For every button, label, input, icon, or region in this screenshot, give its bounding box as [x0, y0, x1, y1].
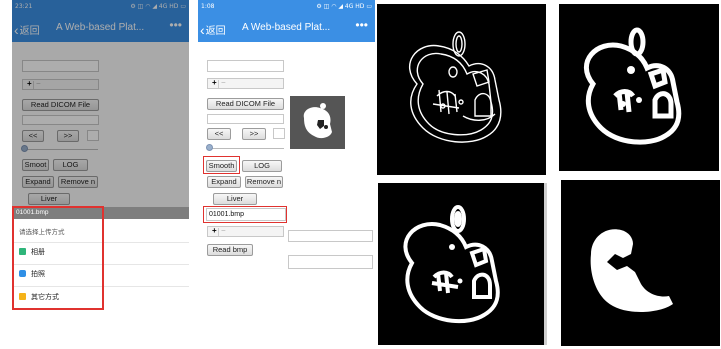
number-stepper[interactable]: + − — [207, 78, 284, 89]
back-label: 返回 — [205, 26, 226, 37]
minus-icon[interactable]: − — [221, 78, 226, 87]
status-icons: ⚙ ◫ ◠ ◢ 4G HD ▭ — [316, 3, 372, 10]
app-content: + − Read DICOM File << >> Smooth LOG Expa… — [198, 42, 375, 312]
plus-icon[interactable]: + — [212, 226, 217, 235]
expand-button[interactable]: Expand — [207, 176, 241, 188]
navigation-bar: ‹返回 A Web-based Plat... ••• — [198, 13, 375, 42]
page-title: A Web-based Plat... — [242, 22, 331, 33]
filled-contour-image — [403, 205, 500, 324]
status-bar: 1:08 ⚙ ◫ ◠ ◢ 4G HD ▭ — [198, 0, 375, 13]
read-bmp-button[interactable]: Read bmp — [207, 244, 253, 256]
bmp-output-field-1[interactable] — [288, 230, 373, 242]
remove-noise-button[interactable]: Remove n — [245, 176, 283, 188]
plus-icon[interactable]: + — [212, 78, 217, 87]
slice-index-field[interactable] — [273, 128, 285, 139]
back-button[interactable]: ‹返回 — [200, 21, 226, 38]
dicom-file-field[interactable] — [207, 114, 284, 124]
number-stepper-2[interactable]: + − — [207, 226, 284, 237]
highlight-box-file — [203, 206, 287, 223]
log-button[interactable]: LOG — [242, 160, 282, 172]
slice-preview-image — [290, 96, 345, 149]
liver-segment-image — [590, 229, 673, 312]
bmp-output-field-2[interactable] — [288, 255, 373, 269]
read-dicom-button[interactable]: Read DICOM File — [207, 98, 284, 110]
thick-contour-panel — [559, 4, 719, 171]
slice-slider-track[interactable] — [211, 148, 284, 149]
thick-contour-image — [584, 27, 682, 145]
liver-preview-shape — [303, 103, 332, 139]
edge-outline-image — [409, 31, 502, 143]
prev-button[interactable]: << — [207, 128, 231, 140]
liver-segment-panel — [561, 180, 720, 346]
highlight-box-upload — [12, 206, 104, 310]
status-time: 1:08 — [201, 3, 215, 10]
highlight-box-smooth — [203, 156, 240, 174]
phone-screen-upload-dialog: 23:21 ⚙ ◫ ◠ ◢ 4G HD ▭ ‹返回 A Web-based Pl… — [12, 0, 189, 312]
more-menu-icon[interactable]: ••• — [355, 18, 368, 32]
slice-slider-thumb[interactable] — [206, 144, 213, 151]
filled-contour-panel — [378, 183, 544, 345]
chevron-left-icon: ‹ — [200, 22, 205, 38]
minus-icon[interactable]: − — [221, 226, 226, 235]
liver-button[interactable]: Liver — [213, 193, 257, 205]
text-field[interactable] — [207, 60, 284, 72]
edge-outline-panel — [377, 4, 546, 175]
phone-screen-processing: 1:08 ⚙ ◫ ◠ ◢ 4G HD ▭ ‹返回 A Web-based Pla… — [198, 0, 375, 312]
next-button[interactable]: >> — [242, 128, 266, 140]
panel-divider — [544, 183, 547, 345]
